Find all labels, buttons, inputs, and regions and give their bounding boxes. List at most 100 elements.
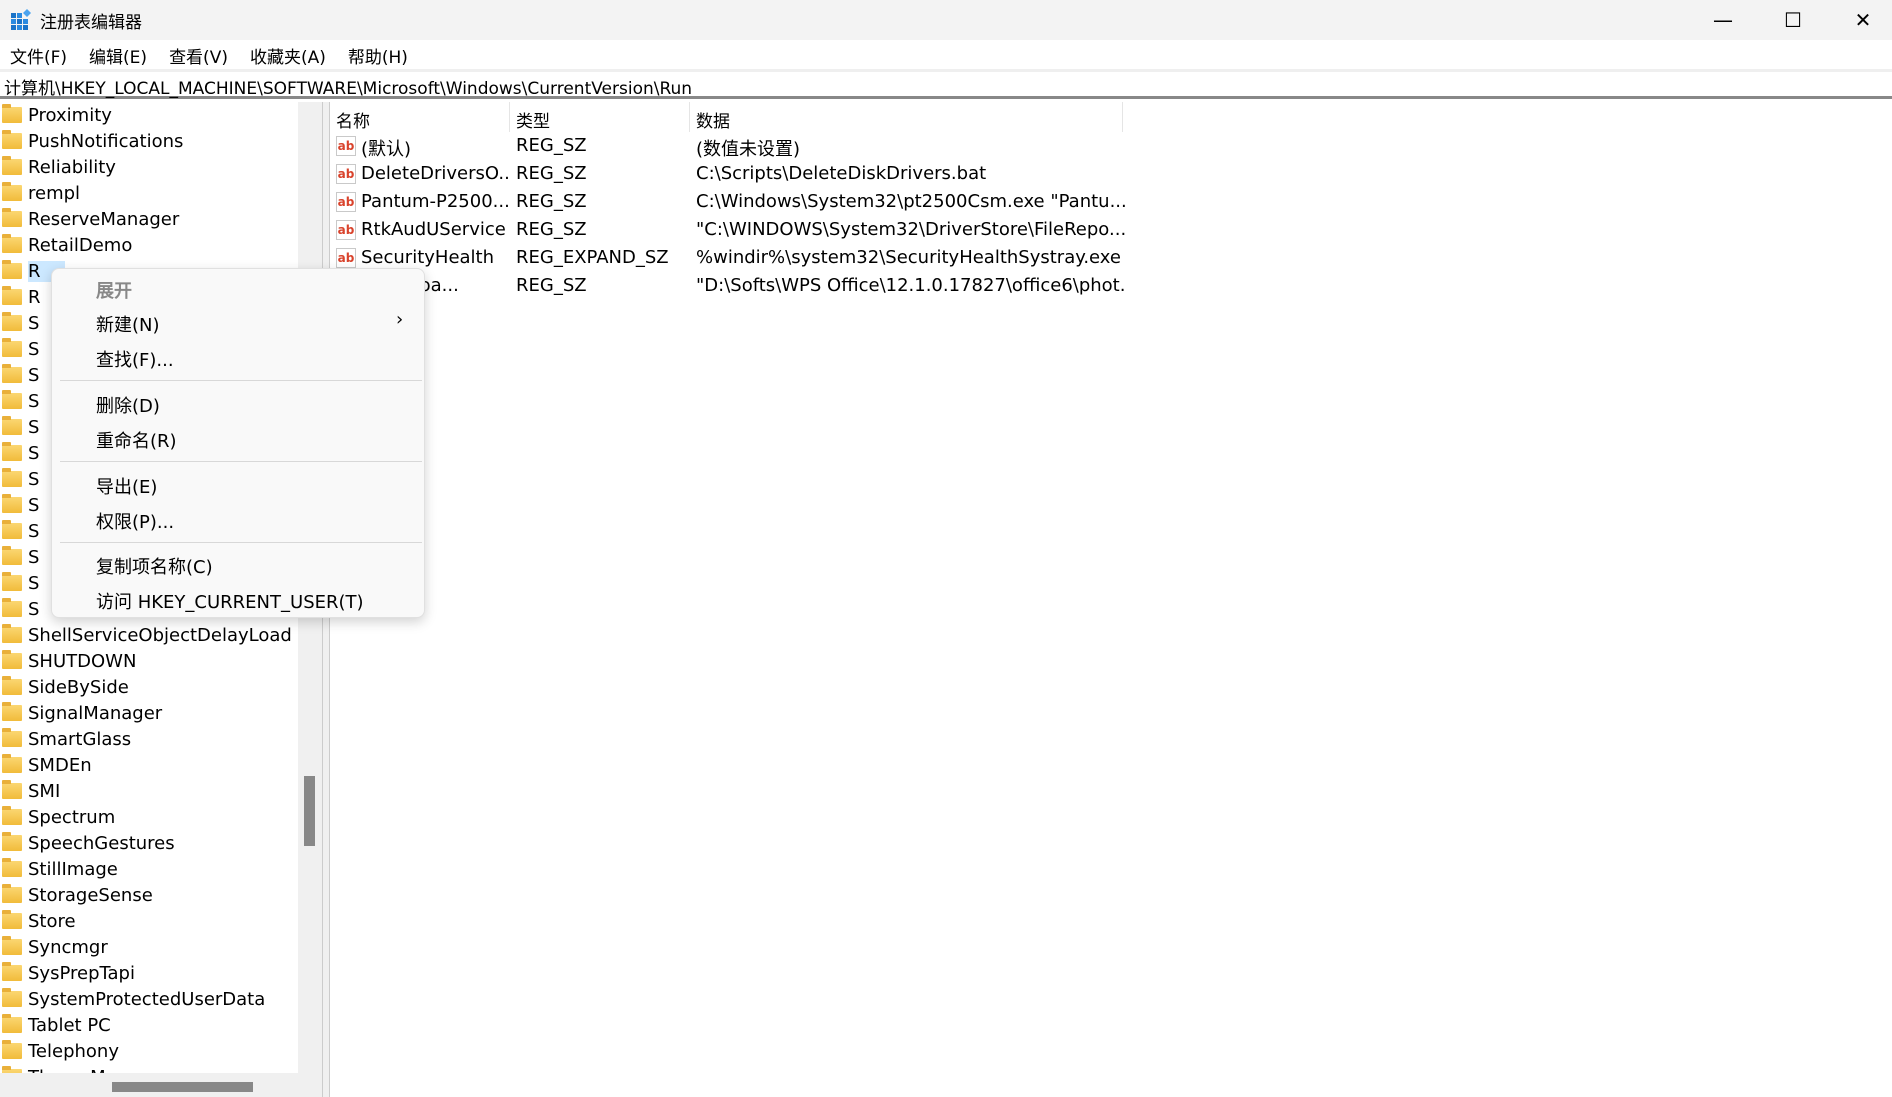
tree-item-label: StorageSense [28,884,153,906]
tree-item[interactable]: RetailDemo [0,232,298,258]
value-data: (数值未设置) [696,139,801,160]
menu-item-goto-hkcu[interactable]: 访问 HKEY_CURRENT_USER(T) [96,588,364,614]
tree-item[interactable]: Reliability [0,154,298,180]
window-title: 注册表编辑器 [40,13,142,33]
tree-item[interactable]: SideBySide [0,674,298,700]
menu-item-new[interactable]: 新建(N) [96,311,160,337]
value-name: DeleteDriversO... [361,163,511,184]
value-data: "C:\WINDOWS\System32\DriverStore\FileRep… [696,219,1126,240]
tree-horizontal-scrollbar[interactable] [0,1073,322,1097]
column-header-type[interactable]: 类型 [510,102,690,132]
value-row[interactable]: abotoautoa...REG_SZ"D:\Softs\WPS Office\… [330,273,1130,301]
menu-view[interactable]: 查看(V) [159,40,238,68]
tree-item-label: S [28,312,40,334]
folder-icon [2,884,22,903]
value-type: REG_EXPAND_SZ [516,247,669,268]
tree-item-label: SystemProtectedUserData [28,988,266,1010]
value-data: C:\Windows\System32\pt2500Csm.exe "Pantu… [696,191,1126,212]
folder-icon [2,832,22,851]
minimize-button[interactable]: — [1688,0,1758,40]
menu-item-delete[interactable]: 删除(D) [96,392,160,418]
tree-item[interactable]: StillImage [0,856,298,882]
tree-item[interactable]: SHUTDOWN [0,648,298,674]
tree-item[interactable]: rempl [0,180,298,206]
tree-item[interactable]: StorageSense [0,882,298,908]
tree-item-label: S [28,520,40,542]
column-header-data[interactable]: 数据 [690,102,1123,132]
tree-item-label: SMDEn [28,754,92,776]
tree-item[interactable]: Spectrum [0,804,298,830]
folder-icon [2,338,22,357]
folder-icon [2,962,22,981]
tree-item[interactable]: Store [0,908,298,934]
tree-item[interactable]: SysPrepTapi [0,960,298,986]
tree-item-label: rempl [28,182,81,204]
folder-icon [2,130,22,149]
tree-item-label: SHUTDOWN [28,650,137,672]
scrollbar-thumb[interactable] [304,776,315,846]
folder-icon [2,910,22,929]
values-list: 名称 类型 数据 ab (默认) REG_SZ (数值未设置) ab DeleteDriv… [330,102,1892,1097]
tree-item[interactable]: Tablet PC [0,1012,298,1038]
menu-item-permissions[interactable]: 权限(P)... [96,508,174,534]
column-header-name[interactable]: 名称 [330,102,510,132]
tree-item-label: S [28,390,40,412]
value-row[interactable]: ab DeleteDriversO... REG_SZ C:\Scripts\Dele… [330,161,1130,189]
tree-item[interactable]: Proximity [0,102,298,128]
tree-item[interactable]: SpeechGestures [0,830,298,856]
folder-icon [2,208,22,227]
string-value-icon: ab [336,248,356,268]
folder-icon [2,546,22,565]
tree-item[interactable]: SMDEn [0,752,298,778]
folder-icon [2,806,22,825]
tree-item[interactable]: Syncmgr [0,934,298,960]
menu-file[interactable]: 文件(F) [0,40,77,68]
value-row[interactable]: ab SecurityHealth REG_EXPAND_SZ %windir%\sy… [330,245,1130,273]
close-button[interactable]: ✕ [1828,0,1892,40]
scrollbar-thumb[interactable] [112,1082,253,1092]
menu-separator [60,461,422,462]
tree-item[interactable]: ShellServiceObjectDelayLoad [0,622,298,648]
menu-item-rename[interactable]: 重命名(R) [96,427,177,453]
value-row[interactable]: ab (默认) REG_SZ (数值未设置) [330,133,1130,161]
value-type: REG_SZ [516,219,587,240]
tree-item-label: Proximity [28,104,112,126]
string-value-icon: ab [336,164,356,184]
title-bar: 注册表编辑器 — ☐ ✕ [0,0,1892,40]
menu-item-export[interactable]: 导出(E) [96,473,157,499]
menu-edit[interactable]: 编辑(E) [79,40,157,68]
menu-help[interactable]: 帮助(H) [338,40,418,68]
tree-item[interactable]: SignalManager [0,700,298,726]
tree-item[interactable]: SystemProtectedUserData [0,986,298,1012]
folder-icon [2,1040,22,1059]
tree-item[interactable]: SMI [0,778,298,804]
tree-item-label: SMI [28,780,61,802]
menu-item-copy-key-name[interactable]: 复制项名称(C) [96,553,213,579]
tree-item[interactable]: PushNotifications [0,128,298,154]
value-data: "D:\Softs\WPS Office\12.1.0.17827\office… [696,275,1126,296]
tree-item-label: S [28,546,40,568]
folder-icon [2,416,22,435]
value-row[interactable]: ab Pantum-P2500... REG_SZ C:\Windows\System… [330,189,1130,217]
maximize-button[interactable]: ☐ [1758,0,1828,40]
address-bar[interactable]: 计算机\HKEY_LOCAL_MACHINE\SOFTWARE\Microsof… [0,69,1892,99]
tree-item[interactable]: ReserveManager [0,206,298,232]
menu-item-expand: 展开 [96,281,132,302]
tree-item[interactable]: SmartGlass [0,726,298,752]
tree-item[interactable]: Telephony [0,1038,298,1064]
tree-item-label: ReserveManager [28,208,180,230]
tree-item[interactable]: ThemeM [0,1064,298,1073]
menu-separator [60,380,422,381]
tree-item-label: SignalManager [28,702,163,724]
value-name: RtkAudUService [361,219,506,240]
menu-favorites[interactable]: 收藏夹(A) [240,40,336,68]
value-type: REG_SZ [516,163,587,184]
folder-icon [2,442,22,461]
menu-item-find[interactable]: 查找(F)... [96,346,174,372]
tree-item-label: SpeechGestures [28,832,175,854]
value-row[interactable]: ab RtkAudUService REG_SZ "C:\WINDOWS\System… [330,217,1130,245]
tree-item-label: Telephony [28,1040,119,1062]
tree-item-label: S [28,442,40,464]
tree-item-label: RetailDemo [28,234,133,256]
folder-icon [2,650,22,669]
